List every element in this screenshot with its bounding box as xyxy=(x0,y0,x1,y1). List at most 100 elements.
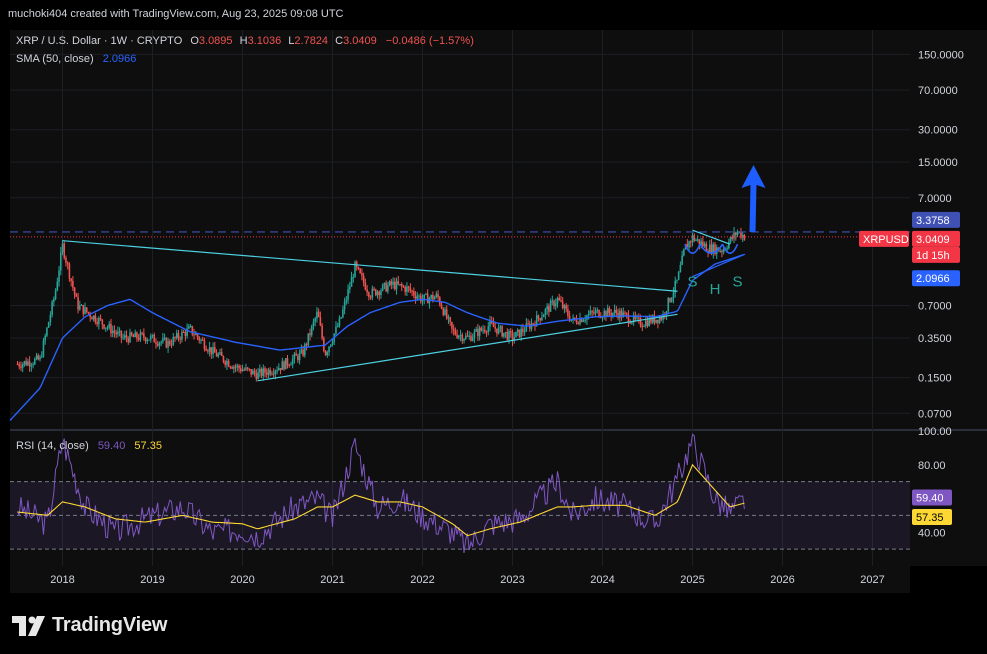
candle-body xyxy=(639,318,642,327)
candle-body xyxy=(302,349,304,356)
tradingview-logo[interactable]: TradingView xyxy=(12,614,167,637)
candle-body xyxy=(151,334,154,336)
candle-body xyxy=(688,241,690,248)
candle-body xyxy=(59,252,62,271)
candle-body xyxy=(16,364,19,366)
candle-body xyxy=(200,339,202,341)
candle-body xyxy=(357,267,360,269)
candle-body xyxy=(347,289,349,300)
symbol-title[interactable]: XRP / U.S. Dollar · 1W · CRYPTO xyxy=(16,35,182,47)
candle-body xyxy=(380,290,382,296)
candle-body xyxy=(471,337,474,341)
candle-body xyxy=(411,290,413,292)
candle-body xyxy=(28,361,31,367)
candle-body xyxy=(582,320,585,322)
candle-body xyxy=(556,297,559,304)
sma-label[interactable]: SMA (50, close) xyxy=(16,53,94,65)
candle-body xyxy=(198,337,201,341)
candle-body xyxy=(503,332,505,337)
candle-body xyxy=(615,309,618,313)
candle-body xyxy=(279,368,282,370)
candle-body xyxy=(419,295,422,302)
candle-body xyxy=(696,239,699,241)
price-pane[interactable] xyxy=(10,22,910,429)
rsi-axis-label: 40.00 xyxy=(918,527,946,539)
candle-body xyxy=(554,303,557,307)
candle-body xyxy=(201,339,204,341)
candle-body xyxy=(672,292,675,298)
candle-body xyxy=(605,311,607,317)
rsi-ma-value: 57.35 xyxy=(134,440,162,452)
price-axis-label: 0.0700 xyxy=(918,408,952,420)
candle-body xyxy=(644,320,647,327)
candle-body xyxy=(129,332,131,343)
candle-body xyxy=(316,311,318,319)
candle-body xyxy=(731,236,734,239)
candle-body xyxy=(437,293,439,298)
candle-body xyxy=(387,285,389,292)
candle-body xyxy=(641,326,644,328)
candle-body xyxy=(681,255,683,266)
candle-body xyxy=(314,318,316,322)
candle-body xyxy=(404,286,406,292)
candle-body xyxy=(497,327,500,334)
candle-body xyxy=(444,309,446,315)
chart-canvas: SHS 2018 2019 2020 2021 2022 2023 2024 2025 2026… xyxy=(0,0,987,595)
candle-body xyxy=(362,275,365,283)
close-value: 3.0409 xyxy=(343,35,377,47)
candle-body xyxy=(452,328,455,331)
candle-body xyxy=(310,325,313,336)
candle-body xyxy=(262,368,265,376)
candle-body xyxy=(229,366,232,368)
candle-body xyxy=(106,327,109,329)
symbol-legend[interactable]: XRP / U.S. Dollar · 1W · CRYPTO O3.0895 … xyxy=(16,35,474,47)
time-axis-label: 2022 xyxy=(410,574,434,586)
candle-body xyxy=(253,370,256,374)
candle-body xyxy=(558,297,561,301)
candle-body xyxy=(548,306,550,312)
sma-legend[interactable]: SMA (50, close) 2.0966 xyxy=(16,53,136,65)
candle-body xyxy=(435,293,438,298)
candle-body xyxy=(188,326,190,329)
candle-body xyxy=(63,243,66,258)
candle-body xyxy=(281,361,284,370)
time-axis-label: 2019 xyxy=(140,574,164,586)
candle-body xyxy=(703,243,706,247)
attribution-bar: muchoki404 created with TradingView.com,… xyxy=(0,0,987,30)
rsi-label[interactable]: RSI (14, close) xyxy=(16,440,89,452)
candle-body xyxy=(657,319,659,323)
candle-body xyxy=(165,338,168,348)
candle-body xyxy=(516,329,519,332)
candle-body xyxy=(331,341,334,345)
candle-body xyxy=(77,296,79,310)
time-axis-label: 2024 xyxy=(590,574,614,586)
candle-body xyxy=(709,244,711,253)
candle-body xyxy=(162,338,164,342)
candle-body xyxy=(169,340,171,345)
price-axis-label: 7.0000 xyxy=(918,193,952,205)
pattern-label[interactable]: H xyxy=(710,281,721,298)
candle-body xyxy=(27,361,29,366)
candle-body xyxy=(23,361,26,365)
candle-body xyxy=(646,320,649,326)
candle-body xyxy=(153,334,156,343)
candle-body xyxy=(257,372,259,380)
candle-body xyxy=(565,305,567,310)
candle-body xyxy=(461,334,464,341)
price-axis-label: 15.0000 xyxy=(918,157,958,169)
pattern-label[interactable]: S xyxy=(732,274,742,291)
tradingview-logo-icon xyxy=(12,615,45,636)
candle-body xyxy=(143,333,145,338)
candle-body xyxy=(130,332,133,336)
candle-body xyxy=(72,280,74,288)
candle-body xyxy=(25,361,27,366)
candle-body xyxy=(293,353,296,359)
rsi-legend[interactable]: RSI (14, close) 59.40 57.35 xyxy=(16,440,162,452)
candle-body xyxy=(669,297,671,302)
candle-body xyxy=(189,326,192,328)
candle-body xyxy=(350,277,353,287)
candle-body xyxy=(376,291,379,296)
candle-body xyxy=(32,364,34,366)
price-axis-label: 70.0000 xyxy=(918,85,958,97)
candle-body xyxy=(87,312,90,314)
